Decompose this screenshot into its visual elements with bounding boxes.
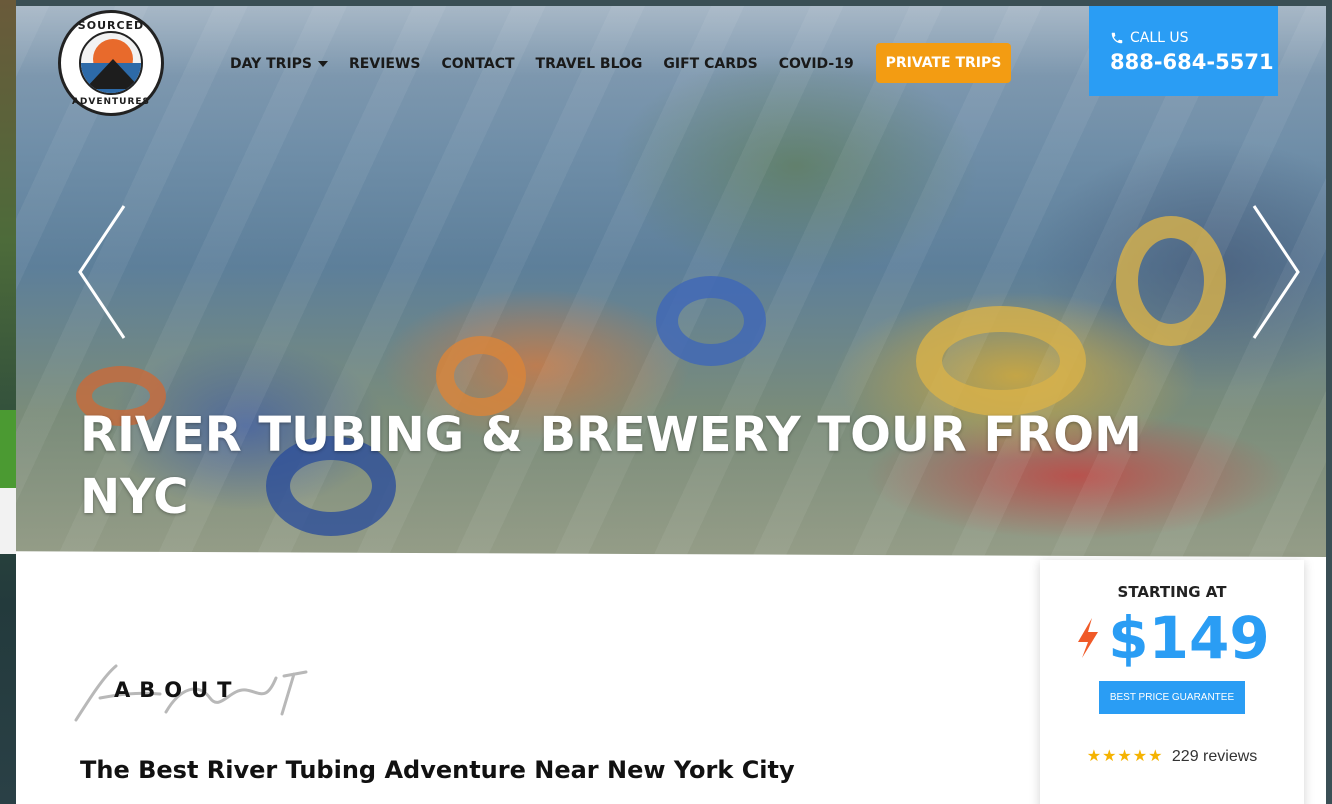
page-left-edge	[0, 0, 16, 804]
review-count: 229 reviews	[1171, 748, 1258, 765]
call-us-label-row: CALL US	[1110, 30, 1278, 46]
price-row: $149	[1040, 605, 1304, 671]
nav-covid-19[interactable]: COVID-19	[779, 56, 854, 72]
caret-down-icon	[318, 61, 329, 67]
lightning-bolt-icon	[1078, 618, 1099, 658]
nav-gift-cards[interactable]: GIFT CARDS	[663, 56, 757, 72]
starting-at-label: STARTING AT	[1117, 583, 1227, 601]
best-price-guarantee-badge[interactable]: BEST PRICE GUARANTEE	[1098, 681, 1246, 714]
nav-day-trips-label: DAY TRIPS	[230, 56, 313, 72]
side-green-tab	[0, 410, 16, 488]
private-trips-button[interactable]: PRIVATE TRIPS	[876, 43, 1011, 83]
about-heading: The Best River Tubing Adventure Near New…	[80, 756, 795, 784]
hero-tube	[656, 276, 766, 366]
logo-mountain-icon	[79, 31, 143, 95]
nav-day-trips[interactable]: DAY TRIPS	[230, 56, 329, 72]
rating-row[interactable]: ★★★★★ 229 reviews	[1040, 746, 1304, 766]
price-card: STARTING AT $149 BEST PRICE GUARANTEE ★★…	[1040, 560, 1304, 804]
carousel-prev-icon[interactable]	[74, 202, 130, 342]
call-us-label: CALL US	[1130, 30, 1189, 46]
nav-contact[interactable]: CONTACT	[442, 56, 515, 72]
side-white-tab	[0, 488, 16, 554]
nav-travel-blog[interactable]: TRAVEL BLOG	[536, 56, 643, 72]
hero-title: RIVER TUBING & BREWERY TOUR FROM NYC	[80, 407, 1142, 525]
carousel-next-icon[interactable]	[1248, 202, 1304, 342]
nav-reviews[interactable]: REVIEWS	[349, 56, 420, 72]
phone-icon	[1111, 32, 1123, 44]
logo-text-bottom: ADVENTURES	[71, 97, 151, 107]
main-nav: DAY TRIPS REVIEWS CONTACT TRAVEL BLOG GI…	[230, 52, 875, 76]
hero-tube	[916, 306, 1086, 416]
brand-logo[interactable]: SOURCED ADVENTURES	[58, 10, 164, 116]
phone-number[interactable]: 888-684-5571	[1110, 50, 1278, 74]
hero-tube	[1116, 216, 1226, 346]
call-us-box[interactable]: CALL US 888-684-5571	[1089, 6, 1278, 96]
page-frame: SOURCED ADVENTURES DAY TRIPS REVIEWS CON…	[16, 6, 1326, 804]
price-value: $149	[1108, 604, 1270, 672]
about-label: ABOUT	[114, 678, 241, 702]
star-rating-icon: ★★★★★	[1086, 748, 1164, 765]
